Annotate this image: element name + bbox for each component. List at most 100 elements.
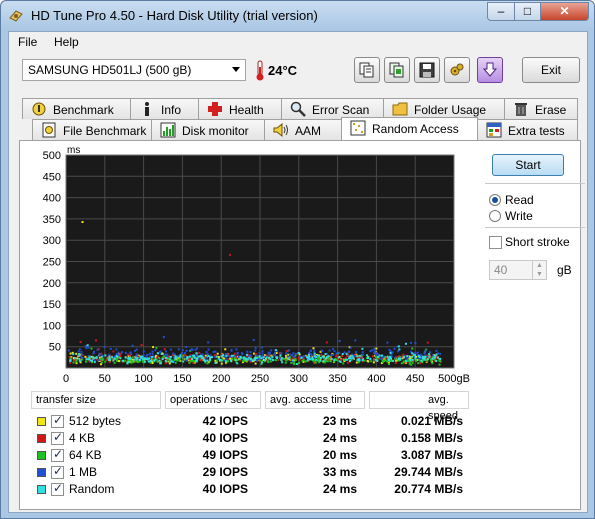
series-checkbox[interactable] bbox=[51, 413, 64, 428]
spinner-arrows-icon[interactable]: ▲ ▼ bbox=[532, 261, 546, 279]
data-point bbox=[159, 350, 162, 353]
data-point bbox=[197, 355, 200, 358]
options-button[interactable] bbox=[444, 57, 470, 83]
access-time-cell: 33 ms bbox=[322, 465, 357, 479]
exit-button[interactable]: Exit bbox=[522, 57, 580, 83]
data-point bbox=[84, 355, 87, 358]
menu-help[interactable]: Help bbox=[54, 35, 79, 49]
tab-label: Random Access bbox=[372, 122, 459, 136]
series-color-swatch bbox=[37, 485, 46, 494]
data-point bbox=[73, 357, 76, 360]
data-point bbox=[119, 357, 122, 360]
data-point bbox=[310, 353, 313, 356]
access-time-cell: 23 ms bbox=[322, 414, 357, 428]
read-radio[interactable] bbox=[489, 194, 501, 206]
data-point bbox=[174, 361, 177, 364]
tab-info[interactable]: Info bbox=[130, 98, 199, 119]
start-button[interactable]: Start bbox=[492, 154, 564, 176]
operations-cell: 29 IOPS bbox=[202, 465, 248, 479]
data-point bbox=[88, 356, 91, 359]
short-stroke-checkbox[interactable] bbox=[489, 236, 502, 249]
write-radio[interactable] bbox=[489, 210, 501, 222]
data-point bbox=[101, 361, 104, 364]
drive-select[interactable]: SAMSUNG HD501LJ (500 gB) bbox=[22, 59, 246, 81]
data-point bbox=[150, 359, 153, 362]
short-stroke-label: Short stroke bbox=[505, 235, 570, 249]
data-point bbox=[396, 350, 399, 353]
data-point bbox=[417, 355, 420, 358]
data-point bbox=[428, 353, 431, 356]
data-point bbox=[256, 354, 259, 357]
data-point bbox=[304, 360, 307, 363]
data-point bbox=[248, 354, 251, 357]
data-point bbox=[191, 358, 194, 361]
x-tick-label: 150 bbox=[173, 373, 191, 385]
data-point bbox=[80, 353, 83, 356]
data-point bbox=[366, 354, 369, 357]
series-checkbox[interactable] bbox=[51, 481, 64, 496]
data-point bbox=[164, 350, 167, 353]
series-checkbox[interactable] bbox=[51, 464, 64, 479]
short-stroke-size-input[interactable]: 40 ▲ ▼ bbox=[489, 260, 547, 280]
tab-extra-tests[interactable]: Extra tests bbox=[477, 119, 578, 140]
results-table: transfer size operations / sec avg. acce… bbox=[31, 391, 481, 506]
data-point bbox=[327, 355, 330, 358]
data-point bbox=[214, 361, 217, 364]
data-point bbox=[420, 359, 423, 362]
data-point bbox=[166, 355, 169, 358]
data-point bbox=[120, 351, 123, 354]
data-point bbox=[108, 361, 111, 364]
data-point bbox=[386, 355, 389, 358]
minimize-button[interactable]: – bbox=[487, 2, 515, 21]
menu-file[interactable]: File bbox=[18, 35, 37, 49]
maximize-button[interactable]: □ bbox=[514, 2, 541, 21]
x-tick-label: 200 bbox=[212, 373, 230, 385]
tab-file-benchmark[interactable]: File Benchmark bbox=[32, 119, 152, 140]
data-point bbox=[346, 358, 349, 361]
tab-folder-usage[interactable]: Folder Usage bbox=[383, 98, 505, 119]
header-transfer-size: transfer size bbox=[31, 391, 161, 409]
title-bar[interactable]: HD Tune Pro 4.50 - Hard Disk Utility (tr… bbox=[1, 1, 594, 31]
tab-erase[interactable]: Erase bbox=[504, 98, 578, 119]
data-point bbox=[307, 353, 310, 356]
data-point bbox=[375, 347, 378, 350]
data-point bbox=[127, 357, 130, 360]
tab-disk-monitor[interactable]: Disk monitor bbox=[151, 119, 265, 140]
data-point bbox=[300, 356, 303, 359]
app-logo-icon bbox=[9, 10, 23, 22]
y-tick-label: 150 bbox=[43, 299, 61, 311]
close-button[interactable]: ✕ bbox=[540, 2, 589, 21]
data-point bbox=[398, 348, 401, 351]
y-tick-label: 450 bbox=[43, 171, 61, 183]
tab-health[interactable]: Health bbox=[198, 98, 282, 119]
download-button[interactable] bbox=[477, 57, 503, 83]
data-point bbox=[169, 348, 172, 351]
tab-aam[interactable]: AAM bbox=[264, 119, 344, 140]
copy-text-button[interactable] bbox=[384, 57, 410, 83]
save-button[interactable] bbox=[414, 57, 440, 83]
tab-error-scan[interactable]: Error Scan bbox=[281, 98, 384, 119]
options-icon bbox=[450, 63, 464, 76]
tab-label: Info bbox=[161, 103, 182, 117]
tab-benchmark[interactable]: Benchmark bbox=[22, 98, 131, 119]
data-point bbox=[133, 358, 136, 361]
data-point bbox=[366, 359, 369, 362]
data-point bbox=[182, 360, 185, 363]
data-point bbox=[112, 359, 115, 362]
data-point bbox=[285, 359, 288, 362]
data-point bbox=[207, 348, 210, 351]
data-point bbox=[246, 350, 249, 353]
data-point bbox=[371, 355, 374, 358]
data-point bbox=[201, 355, 204, 358]
series-color-swatch bbox=[37, 434, 46, 443]
tab-random-access[interactable]: Random Access bbox=[341, 117, 478, 140]
data-point bbox=[249, 351, 252, 354]
copy-info-button[interactable] bbox=[354, 57, 380, 83]
data-point bbox=[234, 359, 237, 362]
series-checkbox[interactable] bbox=[51, 447, 64, 462]
data-point bbox=[270, 349, 273, 352]
data-point bbox=[117, 351, 120, 354]
series-checkbox[interactable] bbox=[51, 430, 64, 445]
data-point bbox=[177, 348, 180, 351]
data-point bbox=[112, 350, 115, 353]
